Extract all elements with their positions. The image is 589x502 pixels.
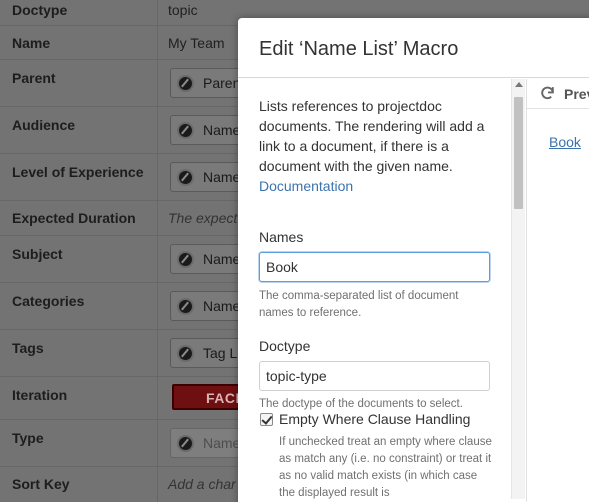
- compass-icon: [177, 122, 194, 139]
- chip-text: Name: [203, 435, 241, 451]
- doctype-label: Doctype: [259, 338, 311, 354]
- preview-label[interactable]: Previ: [564, 86, 589, 102]
- dialog-header: Edit ‘Name List’ Macro: [238, 18, 589, 78]
- compass-icon: [177, 169, 194, 186]
- row-value: My Team: [168, 35, 225, 51]
- names-label: Names: [259, 229, 304, 245]
- row-label: Expected Duration: [12, 210, 136, 226]
- names-input[interactable]: [259, 252, 490, 282]
- row-label: Type: [12, 430, 44, 446]
- row-label: Name: [12, 35, 51, 51]
- compass-icon: [177, 298, 194, 315]
- scroll-thumb[interactable]: [514, 97, 523, 209]
- form-scrollbar[interactable]: [511, 79, 525, 499]
- documentation-link[interactable]: Documentation: [259, 178, 353, 194]
- row-label: Level of Experience: [12, 164, 144, 180]
- row-label: Audience: [12, 117, 76, 133]
- compass-icon: [177, 75, 194, 92]
- row-value: topic: [168, 2, 198, 18]
- preview-pane: Previ Book: [526, 79, 589, 502]
- preview-result-link[interactable]: Book: [549, 134, 581, 150]
- row-label: Sort Key: [12, 476, 70, 492]
- row-label: Categories: [12, 293, 85, 309]
- chip-text: Name: [203, 169, 241, 185]
- row-placeholder[interactable]: Add a char: [168, 476, 236, 492]
- row-label: Parent: [12, 70, 56, 86]
- dialog-title: Edit ‘Name List’ Macro: [259, 38, 459, 60]
- row-label: Iteration: [12, 387, 68, 403]
- row-placeholder[interactable]: The expect: [168, 210, 237, 226]
- doctype-input[interactable]: [259, 361, 490, 391]
- compass-icon: [177, 251, 194, 268]
- description-text: Lists references to projectdoc documents…: [259, 98, 485, 174]
- names-help: The comma-separated list of document nam…: [259, 290, 459, 319]
- empty-where-label[interactable]: Empty Where Clause Handling: [279, 411, 470, 427]
- compass-icon: [177, 435, 194, 452]
- chip-text: Tag Li: [203, 345, 241, 361]
- empty-where-checkbox[interactable]: [260, 413, 273, 426]
- row-label: Doctype: [12, 2, 68, 18]
- macro-dialog: Edit ‘Name List’ Macro Lists references …: [238, 18, 589, 502]
- preview-toolbar[interactable]: Previ: [527, 79, 589, 109]
- chip-text: Name: [203, 251, 241, 267]
- chip-text: Paren: [203, 75, 241, 91]
- row-label: Subject: [12, 246, 63, 262]
- refresh-icon[interactable]: [539, 85, 556, 102]
- macro-description: Lists references to projectdoc documents…: [259, 96, 499, 196]
- compass-icon: [177, 345, 194, 362]
- row-label: Tags: [12, 340, 44, 356]
- chip-text: Name: [203, 122, 241, 138]
- scroll-up-arrow-icon[interactable]: [515, 82, 523, 87]
- macro-form: Lists references to projectdoc documents…: [238, 79, 511, 502]
- chip-text: Name: [203, 298, 241, 314]
- empty-where-help: If unchecked treat an empty where clause…: [279, 436, 492, 499]
